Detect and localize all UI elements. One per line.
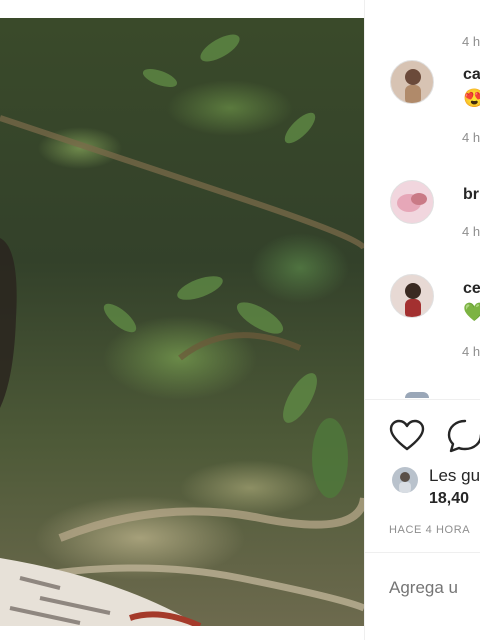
likes-count[interactable]: 18,40 [429,490,469,508]
avatar[interactable] [390,274,434,318]
comment-username[interactable]: br [463,186,479,204]
comment-username[interactable]: ca [463,66,480,84]
comment-text: 😍 [463,88,480,108]
comment-divider [365,552,480,553]
comment-input[interactable] [389,578,480,598]
comment-button[interactable] [445,416,480,456]
avatar-image [405,69,421,103]
comment-text: 💚 [463,302,480,322]
comments-panel: 4 h ca 😍 4 h br 4 h ce 💚 4 h Les gu 18,4… [365,0,480,640]
comment-time: 4 h [462,130,480,145]
comment-time: 4 h [462,34,480,49]
avatar [405,392,429,398]
comment-time: 4 h [462,224,480,239]
heart-icon [389,419,425,451]
avatar[interactable] [390,180,434,224]
avatar[interactable] [392,467,418,493]
likes-text: Les gu [429,466,480,485]
comment-bubble-icon [447,419,480,453]
avatar[interactable] [390,60,434,104]
like-button[interactable] [387,416,427,456]
actions-divider [365,399,480,400]
post-date[interactable]: HACE 4 HORA [389,524,470,536]
avatar-image [405,283,421,317]
post-photo[interactable] [0,18,364,626]
avatar-image [399,472,411,493]
photo-scene [0,34,364,626]
comment-username[interactable]: ce [463,280,480,298]
avatar-image [397,193,427,212]
comment-time: 4 h [462,344,480,359]
